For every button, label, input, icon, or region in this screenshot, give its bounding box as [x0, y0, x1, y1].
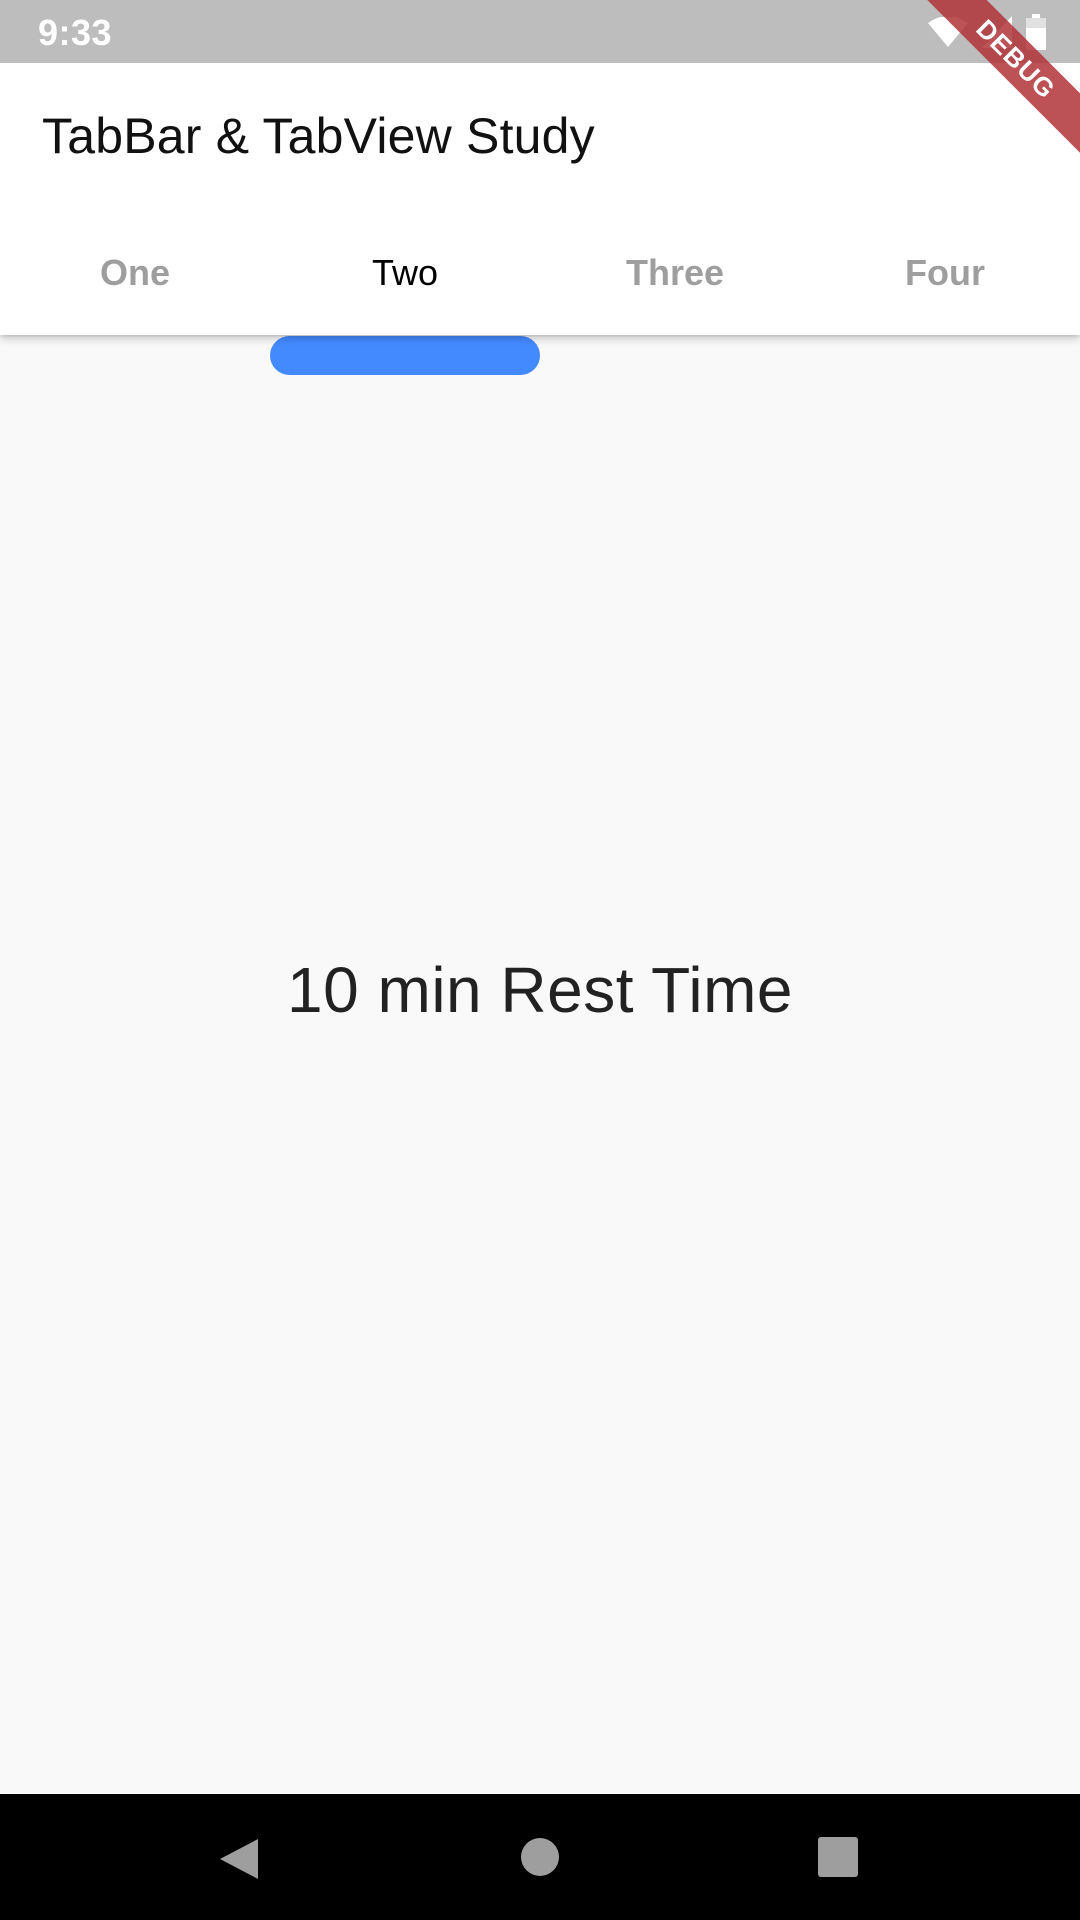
app-bar: TabBar & TabView Study One Two Three Fou…: [0, 63, 1080, 335]
home-icon[interactable]: [520, 1837, 560, 1882]
recents-icon[interactable]: [818, 1837, 858, 1882]
tab-bar: One Two Three Four: [0, 210, 1080, 335]
status-bar: 9:33: [0, 0, 1080, 63]
tab-three[interactable]: Three: [540, 210, 810, 335]
page-title: TabBar & TabView Study: [42, 108, 595, 164]
tab-view-content: 10 min Rest Time: [0, 375, 1080, 1795]
wifi-icon: [928, 17, 968, 47]
battery-icon: [1026, 14, 1046, 50]
rest-time-text: 10 min Rest Time: [287, 954, 793, 1026]
tab-one[interactable]: One: [0, 210, 270, 335]
back-icon[interactable]: [218, 1837, 262, 1886]
signal-icon: [982, 16, 1012, 48]
status-icons: [928, 14, 1046, 50]
app-screen: 9:33 DEBUG TabBar & TabView Study One Tw…: [0, 0, 1080, 1920]
tab-indicator: [270, 336, 540, 375]
tab-two[interactable]: Two: [270, 210, 540, 335]
navigation-bar: [0, 1794, 1080, 1920]
tab-four[interactable]: Four: [810, 210, 1080, 335]
status-time: 9:33: [38, 12, 113, 53]
